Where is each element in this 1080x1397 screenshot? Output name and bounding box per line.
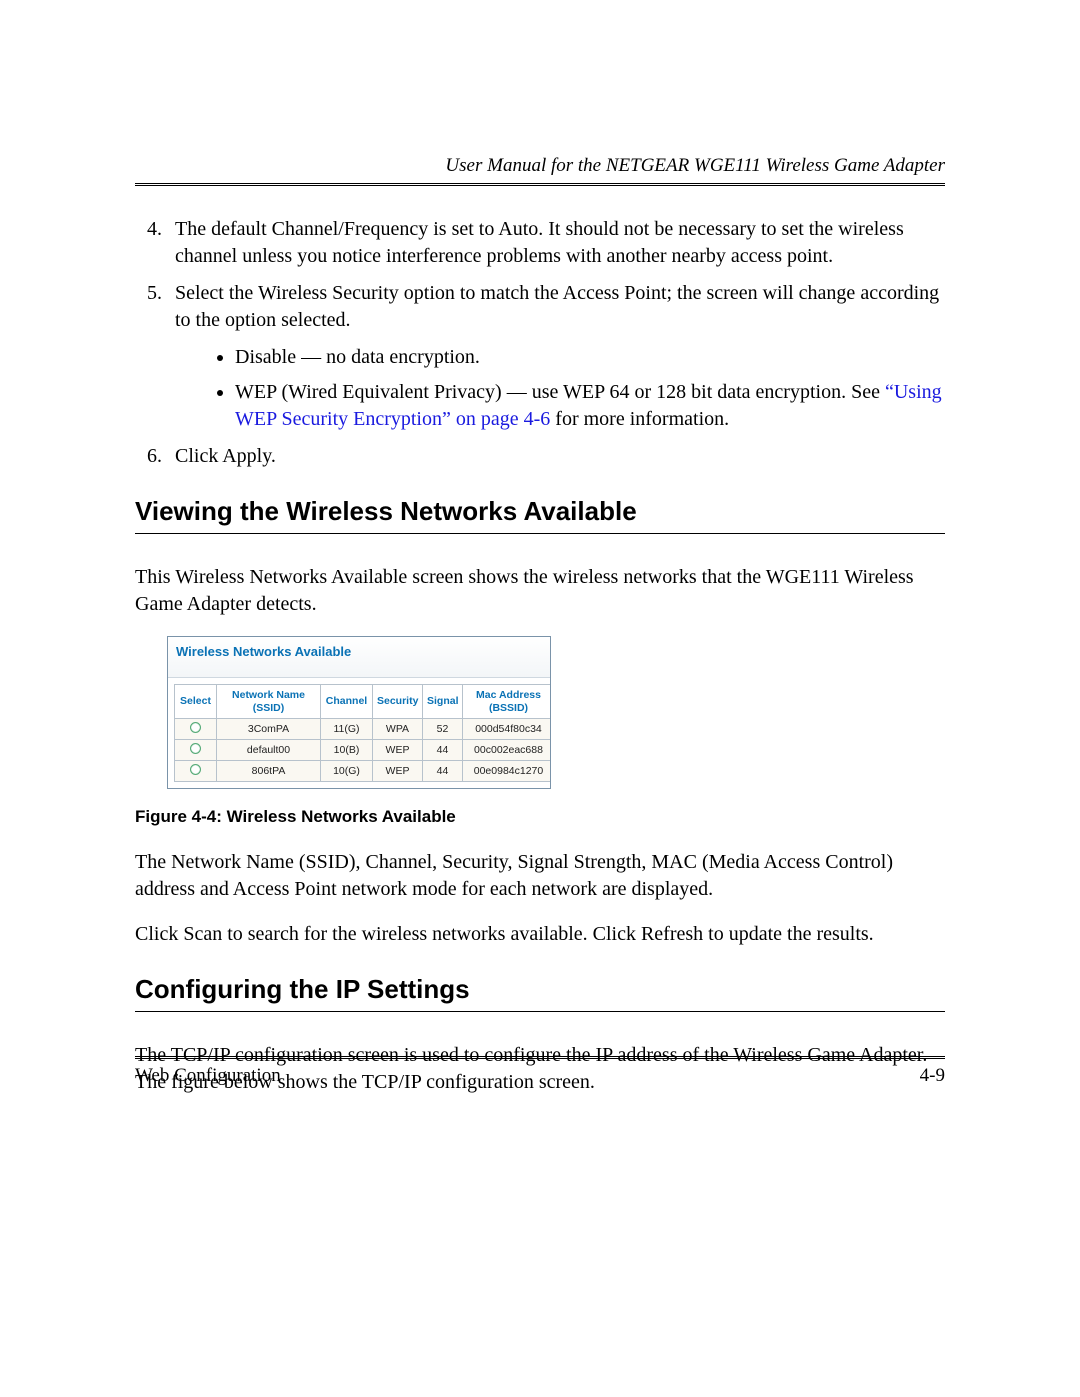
cell-security: WEP [373,740,423,761]
panel-title: Wireless Networks Available [168,637,550,678]
table-row: 3ComPA 11(G) WPA 52 000d54f80c34 Yes [175,719,552,740]
cell-bssid: 00c002eac688 [463,740,552,761]
cell-signal: 44 [423,740,463,761]
networks-table: Select Network Name (SSID) Channel Secur… [174,684,551,782]
section-title-ip: Configuring the IP Settings [135,974,945,1005]
section-title-viewing: Viewing the Wireless Networks Available [135,496,945,527]
cell-signal: 44 [423,761,463,782]
step-6: Click Apply. [167,443,945,470]
bullet-disable: Disable — no data encryption. [235,344,945,371]
footer-right: 4-9 [920,1065,945,1087]
cell-ssid: 3ComPA [217,719,321,740]
cell-channel: 11(G) [321,719,373,740]
section1-after2: Click Scan to search for the wireless ne… [135,921,945,948]
step-5-text: Select the Wireless Security option to m… [175,282,939,331]
section1-intro: This Wireless Networks Available screen … [135,564,945,618]
radio-icon[interactable] [190,722,201,733]
radio-icon[interactable] [190,764,201,775]
numbered-steps: The default Channel/Frequency is set to … [135,216,945,470]
cell-ssid: default00 [217,740,321,761]
cell-ssid: 806tPA [217,761,321,782]
step-5: Select the Wireless Security option to m… [167,280,945,433]
step-5-sublist: Disable — no data encryption. WEP (Wired… [235,344,945,433]
step-4: The default Channel/Frequency is set to … [167,216,945,270]
col-channel: Channel [321,685,373,719]
section-rule-2 [135,1011,945,1012]
cell-bssid: 000d54f80c34 [463,719,552,740]
table-row: default00 10(B) WEP 44 00c002eac688 Yes [175,740,552,761]
radio-icon[interactable] [190,743,201,754]
footer-rule [135,1056,945,1059]
col-bssid: Mac Address (BSSID) [463,685,552,719]
cell-signal: 52 [423,719,463,740]
section-rule-1 [135,533,945,534]
section1-after1: The Network Name (SSID), Channel, Securi… [135,849,945,903]
col-ssid: Network Name (SSID) [217,685,321,719]
wireless-networks-panel: Wireless Networks Available Select Netwo… [167,636,551,789]
table-header-row: Select Network Name (SSID) Channel Secur… [175,685,552,719]
header-rule [135,183,945,186]
bullet-wep-post: for more information. [550,408,729,430]
cell-channel: 10(B) [321,740,373,761]
table-row: 806tPA 10(G) WEP 44 00e0984c1270 Yes [175,761,552,782]
footer: Web Configuration 4-9 [135,1056,945,1087]
col-select: Select [175,685,217,719]
running-header: User Manual for the NETGEAR WGE111 Wirel… [135,155,945,177]
cell-bssid: 00e0984c1270 [463,761,552,782]
figure-caption: Figure 4-4: Wireless Networks Available [135,807,945,827]
footer-left: Web Configuration [135,1065,281,1087]
cell-channel: 10(G) [321,761,373,782]
col-signal: Signal [423,685,463,719]
bullet-wep-pre: WEP (Wired Equivalent Privacy) — use WEP… [235,381,885,403]
cell-security: WPA [373,719,423,740]
bullet-wep: WEP (Wired Equivalent Privacy) — use WEP… [235,379,945,433]
cell-security: WEP [373,761,423,782]
col-security: Security [373,685,423,719]
